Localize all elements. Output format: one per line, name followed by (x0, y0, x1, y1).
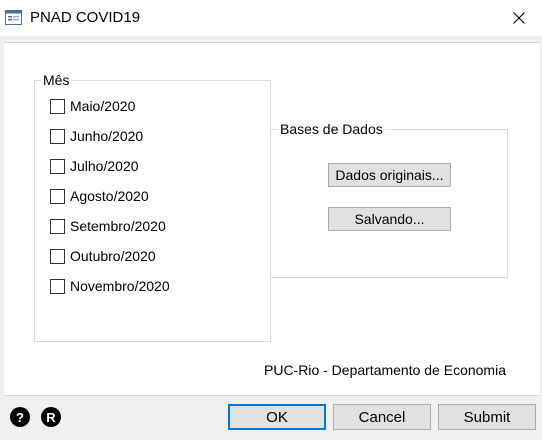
checkbox-maio[interactable]: Maio/2020 (50, 96, 135, 116)
window-title: PNAD COVID19 (30, 9, 141, 26)
checkbox-label: Junho/2020 (70, 128, 144, 144)
close-icon (513, 12, 525, 24)
checkbox-novembro[interactable]: Novembro/2020 (50, 276, 170, 296)
checkbox-box[interactable] (50, 248, 65, 264)
checkbox-agosto[interactable]: Agosto/2020 (50, 186, 149, 206)
checkbox-julho[interactable]: Julho/2020 (50, 156, 139, 176)
checkbox-box[interactable] (50, 128, 65, 144)
r-icon[interactable]: R (41, 407, 61, 427)
checkbox-outubro[interactable]: Outubro/2020 (50, 246, 156, 266)
original-data-button[interactable]: Dados originais... (328, 163, 451, 187)
checkbox-junho[interactable]: Junho/2020 (50, 126, 143, 146)
checkbox-box[interactable] (50, 98, 65, 114)
checkbox-label: Setembro/2020 (70, 218, 166, 234)
saving-button[interactable]: Salvando... (328, 207, 451, 231)
bases-group (270, 129, 508, 278)
dialog-window: PNAD COVID19 Mês Maio/2020 Junho/2020 Ju… (0, 0, 542, 440)
checkbox-box[interactable] (50, 158, 65, 174)
month-group (34, 80, 271, 342)
credit-text: PUC-Rio - Departamento de Economia (264, 362, 506, 378)
month-group-legend: Mês (41, 72, 72, 88)
checkbox-label: Outubro/2020 (70, 248, 156, 264)
close-button[interactable] (496, 0, 542, 36)
checkbox-box[interactable] (50, 278, 65, 294)
checkbox-setembro[interactable]: Setembro/2020 (50, 216, 166, 236)
submit-button[interactable]: Submit (438, 404, 536, 430)
ok-button[interactable]: OK (228, 404, 326, 430)
checkbox-box[interactable] (50, 218, 65, 234)
checkbox-label: Maio/2020 (70, 98, 136, 114)
checkbox-label: Agosto/2020 (70, 188, 149, 204)
checkbox-box[interactable] (50, 188, 65, 204)
window-dialog-icon (5, 10, 22, 25)
checkbox-label: Novembro/2020 (70, 278, 170, 294)
cancel-button[interactable]: Cancel (333, 404, 431, 430)
bases-group-legend: Bases de Dados (278, 121, 385, 137)
checkbox-label: Julho/2020 (70, 158, 139, 174)
help-icon[interactable]: ? (10, 407, 30, 427)
title-bar[interactable]: PNAD COVID19 (0, 0, 542, 36)
